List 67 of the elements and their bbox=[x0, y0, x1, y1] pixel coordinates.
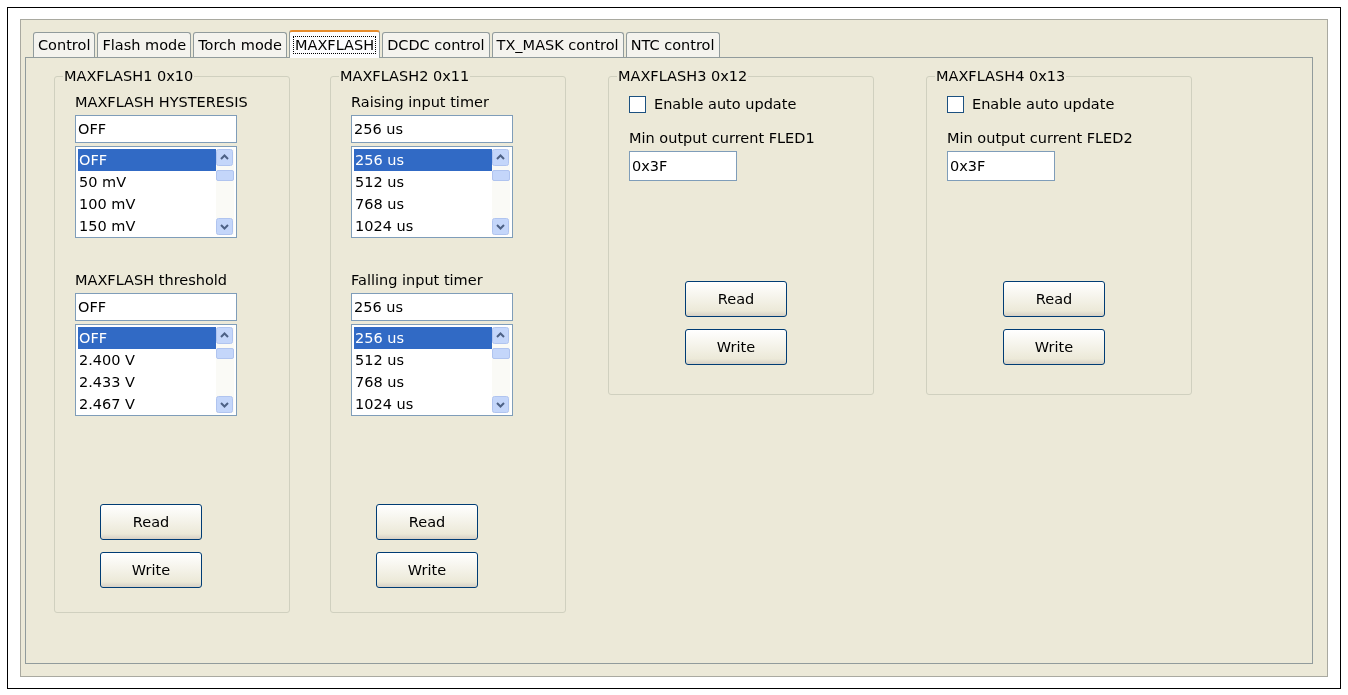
value-field[interactable]: 0x3F bbox=[947, 151, 1055, 181]
list-item[interactable]: 512 us bbox=[354, 171, 492, 193]
checkbox[interactable] bbox=[629, 95, 646, 113]
value-field[interactable]: OFF bbox=[75, 115, 237, 143]
group-title: MAXFLASH4 0x13 bbox=[935, 68, 1067, 84]
action-button[interactable]: Read bbox=[376, 504, 478, 540]
field-label: MAXFLASH threshold bbox=[75, 271, 229, 290]
value-field[interactable]: OFF bbox=[75, 293, 237, 321]
group-title: MAXFLASH3 0x12 bbox=[617, 68, 749, 84]
group-title: MAXFLASH2 0x11 bbox=[339, 68, 471, 84]
scroll-thumb[interactable] bbox=[216, 170, 234, 181]
action-button[interactable]: Read bbox=[1003, 281, 1105, 317]
scroll-thumb[interactable] bbox=[492, 170, 510, 181]
scroll-up-icon[interactable] bbox=[492, 327, 509, 344]
list-box[interactable]: 256 us 512 us 768 us 1024 us bbox=[351, 146, 513, 238]
list-box[interactable]: OFF 50 mV 100 mV 150 mV bbox=[75, 146, 237, 238]
scroll-thumb[interactable] bbox=[216, 348, 234, 359]
tab[interactable]: MAXFLASH bbox=[288, 30, 381, 58]
tab[interactable]: Torch mode bbox=[193, 32, 287, 57]
scroll-down-icon[interactable] bbox=[492, 396, 509, 413]
action-button[interactable]: Write bbox=[376, 552, 478, 588]
list-item[interactable]: 100 mV bbox=[78, 193, 216, 215]
action-button[interactable]: Write bbox=[685, 329, 787, 365]
scroll-up-icon[interactable] bbox=[216, 149, 233, 166]
scroll-down-icon[interactable] bbox=[216, 218, 233, 235]
action-button[interactable]: Read bbox=[685, 281, 787, 317]
tab[interactable]: Flash mode bbox=[97, 32, 192, 57]
list-item[interactable]: 256 us bbox=[354, 327, 492, 349]
value-field[interactable]: 256 us bbox=[351, 293, 513, 321]
list-item[interactable]: 768 us bbox=[354, 371, 492, 393]
scroll-down-icon[interactable] bbox=[492, 218, 509, 235]
list-item[interactable]: OFF bbox=[78, 327, 216, 349]
list-item[interactable]: 512 us bbox=[354, 349, 492, 371]
field-label: MAXFLASH HYSTERESIS bbox=[75, 93, 249, 112]
scroll-up-icon[interactable] bbox=[216, 327, 233, 344]
list-item[interactable]: 2.400 V bbox=[78, 349, 216, 371]
checkbox-label: Enable auto update bbox=[654, 95, 797, 114]
list-item[interactable]: 768 us bbox=[354, 193, 492, 215]
checkbox[interactable] bbox=[947, 95, 964, 113]
list-item[interactable]: 50 mV bbox=[78, 171, 216, 193]
tab[interactable]: DCDC control bbox=[382, 32, 490, 57]
list-item[interactable]: 256 us bbox=[354, 149, 492, 171]
checkbox-label: Enable auto update bbox=[972, 95, 1115, 114]
list-item[interactable]: 2.467 V bbox=[78, 393, 216, 415]
scroll-thumb[interactable] bbox=[492, 348, 510, 359]
scroll-up-icon[interactable] bbox=[492, 149, 509, 166]
list-item[interactable]: OFF bbox=[78, 149, 216, 171]
field-label: Falling input timer bbox=[351, 271, 484, 290]
scroll-down-icon[interactable] bbox=[216, 396, 233, 413]
list-item[interactable]: 2.433 V bbox=[78, 371, 216, 393]
list-box[interactable]: OFF 2.400 V 2.433 V 2.467 V bbox=[75, 324, 237, 416]
list-item[interactable]: 150 mV bbox=[78, 215, 216, 237]
list-item[interactable]: 1024 us bbox=[354, 215, 492, 237]
tab[interactable]: NTC control bbox=[625, 32, 720, 57]
value-field[interactable]: 256 us bbox=[351, 115, 513, 143]
tab[interactable]: TX_MASK control bbox=[491, 32, 624, 57]
list-box[interactable]: 256 us 512 us 768 us 1024 us bbox=[351, 324, 513, 416]
field-label: Min output current FLED1 bbox=[629, 129, 816, 148]
group-title: MAXFLASH1 0x10 bbox=[63, 68, 195, 84]
action-button[interactable]: Write bbox=[1003, 329, 1105, 365]
field-label: Raising input timer bbox=[351, 93, 490, 112]
tab[interactable]: Control bbox=[33, 32, 96, 57]
value-field[interactable]: 0x3F bbox=[629, 151, 737, 181]
list-item[interactable]: 1024 us bbox=[354, 393, 492, 415]
action-button[interactable]: Read bbox=[100, 504, 202, 540]
action-button[interactable]: Write bbox=[100, 552, 202, 588]
field-label: Min output current FLED2 bbox=[947, 129, 1134, 148]
